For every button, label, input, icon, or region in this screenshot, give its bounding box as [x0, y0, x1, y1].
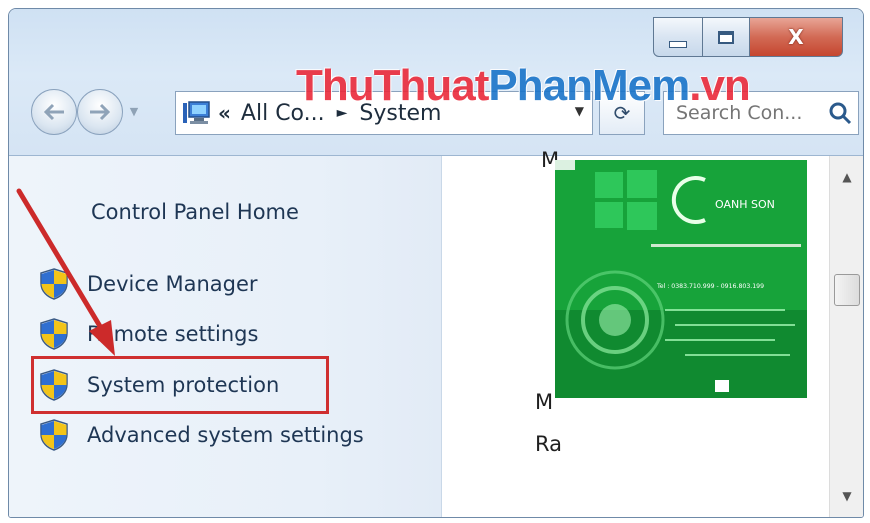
- scroll-thumb[interactable]: [834, 274, 860, 306]
- system-window: X ▼ « All Co... ► System ▼ ⟳ Search Con.…: [8, 8, 864, 518]
- refresh-button[interactable]: ⟳: [599, 91, 645, 135]
- control-panel-icon: [183, 101, 210, 124]
- search-box[interactable]: [663, 91, 859, 135]
- info-text-ra: Ra: [535, 432, 562, 456]
- scroll-up-icon[interactable]: ▲: [830, 162, 863, 192]
- minimize-icon: [669, 40, 687, 48]
- recent-pages-dropdown[interactable]: ▼: [126, 103, 142, 119]
- title-bar: X ▼ « All Co... ► System ▼ ⟳: [9, 9, 863, 156]
- address-bar[interactable]: « All Co... ► System ▼: [175, 91, 593, 135]
- address-dropdown-icon[interactable]: ▼: [575, 104, 584, 118]
- search-icon[interactable]: [828, 101, 852, 125]
- system-info-pane: M OANH SON Tel : 0383.710.999 - 0916.803…: [443, 148, 829, 517]
- scroll-down-icon[interactable]: ▼: [830, 481, 863, 511]
- uac-shield-icon: [40, 419, 68, 451]
- forward-button[interactable]: [77, 89, 123, 135]
- back-arrow-icon: [43, 103, 64, 121]
- task-advanced-system-settings[interactable]: Advanced system settings: [39, 418, 364, 452]
- refresh-icon: ⟳: [613, 101, 631, 125]
- vertical-scrollbar[interactable]: ▲ ▼: [829, 156, 863, 517]
- breadcrumb-all-control-panel[interactable]: All Co...: [241, 101, 325, 126]
- forward-arrow-icon: [90, 103, 111, 121]
- info-text-mid: M: [535, 390, 554, 414]
- breadcrumb-overflow[interactable]: «: [218, 101, 231, 125]
- logo-brand-text: OANH SON: [715, 198, 775, 211]
- maximize-button[interactable]: [702, 17, 750, 57]
- minimize-button[interactable]: [653, 17, 703, 57]
- back-button[interactable]: [31, 89, 77, 135]
- logo-phone-text: Tel : 0383.710.999 - 0916.803.199: [656, 283, 764, 290]
- breadcrumb-system[interactable]: System: [359, 101, 441, 126]
- oem-logo-image: OANH SON Tel : 0383.710.999 - 0916.803.1…: [555, 160, 807, 398]
- breadcrumb-separator-icon[interactable]: ►: [337, 105, 348, 121]
- annotation-arrow: [16, 188, 115, 356]
- close-button[interactable]: X: [749, 17, 843, 57]
- search-input[interactable]: [674, 101, 828, 125]
- maximize-icon: [718, 30, 734, 44]
- task-label: Advanced system settings: [87, 423, 364, 447]
- close-icon: X: [788, 25, 804, 49]
